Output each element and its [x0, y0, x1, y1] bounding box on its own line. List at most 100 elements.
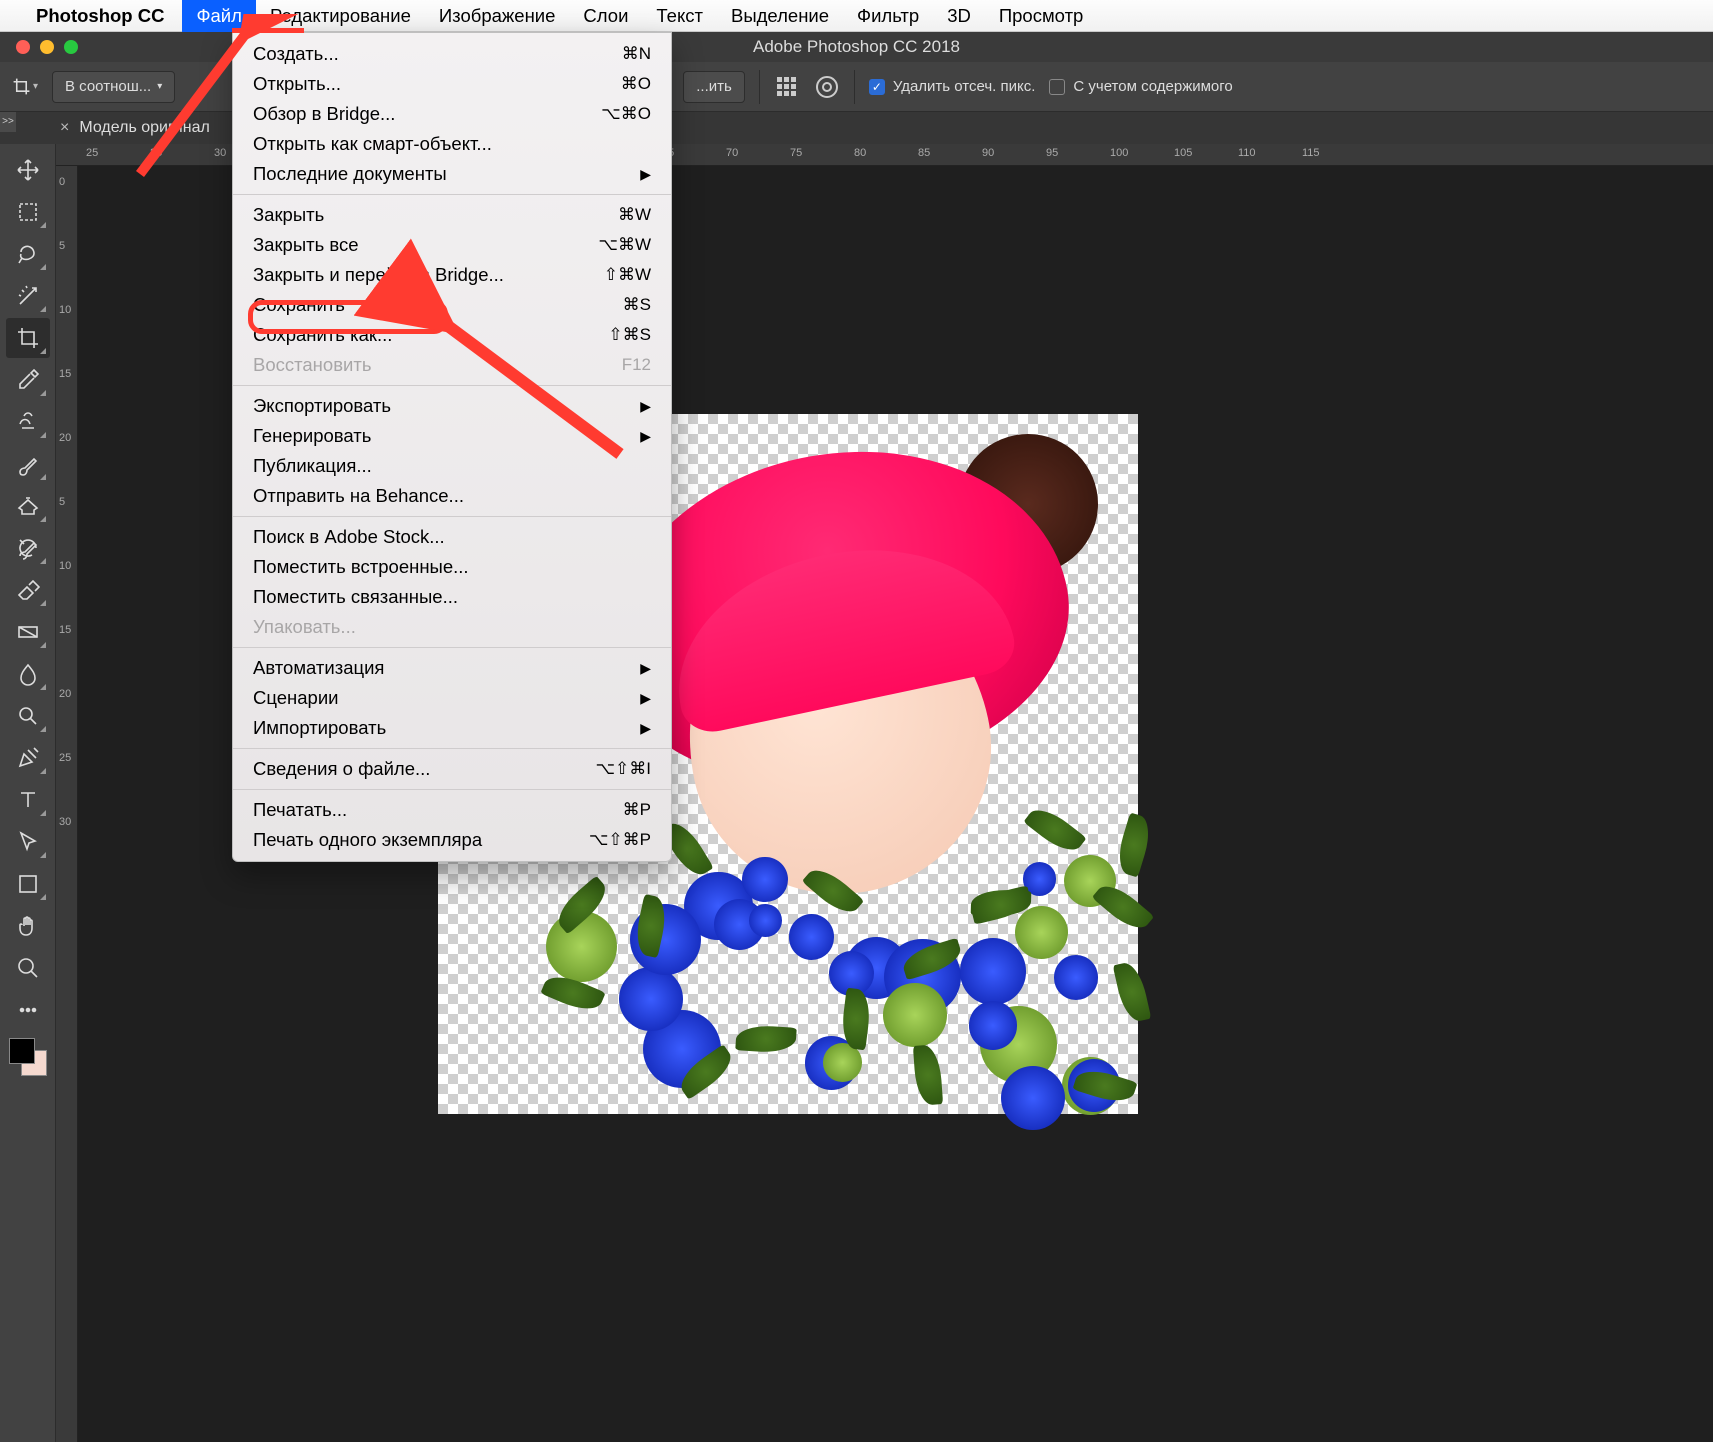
menubar-item-слои[interactable]: Слои [569, 0, 642, 32]
menu-item[interactable]: Открыть как смарт-объект... [233, 129, 671, 159]
clone-stamp-tool[interactable] [6, 486, 50, 526]
edit-toolbar[interactable] [6, 990, 50, 1030]
zoom-window-icon[interactable] [64, 40, 78, 54]
tools-panel [0, 144, 56, 1442]
menu-item-label: Генерировать [253, 425, 371, 447]
menu-item[interactable]: Импортировать▶ [233, 713, 671, 743]
content-aware-checkbox[interactable]: С учетом содержимого [1049, 78, 1232, 95]
menu-shortcut: ⌘W [618, 205, 651, 225]
eraser-tool[interactable] [6, 570, 50, 610]
menu-item[interactable]: Публикация... [233, 451, 671, 481]
menubar-item-файл[interactable]: Файл [182, 0, 255, 32]
menu-item: ВосстановитьF12 [233, 350, 671, 380]
menu-item-label: Сценарии [253, 687, 339, 709]
menu-item[interactable]: Поместить связанные... [233, 582, 671, 612]
menu-item[interactable]: Сведения о файле...⌥⇧⌘I [233, 754, 671, 784]
truncated-button[interactable]: ...ить [683, 71, 745, 103]
menu-item[interactable]: Открыть...⌘O [233, 69, 671, 99]
color-swatches[interactable] [9, 1038, 47, 1076]
move-tool[interactable] [6, 150, 50, 190]
menu-item-label: Сохранить как... [253, 324, 392, 346]
menubar-item-3d[interactable]: 3D [933, 0, 985, 32]
file-menu-dropdown: Создать...⌘NОткрыть...⌘OОбзор в Bridge..… [232, 32, 672, 862]
checkbox-on-icon: ✓ [869, 79, 885, 95]
spot-heal-tool[interactable] [6, 402, 50, 442]
menubar-item-фильтр[interactable]: Фильтр [843, 0, 933, 32]
submenu-arrow-icon: ▶ [640, 660, 651, 677]
rectangle-tool[interactable] [6, 864, 50, 904]
menu-item[interactable]: Печатать...⌘P [233, 795, 671, 825]
minimize-window-icon[interactable] [40, 40, 54, 54]
type-tool[interactable] [6, 780, 50, 820]
crop-tool-indicator-icon[interactable]: ▾ [12, 74, 38, 100]
submenu-arrow-icon: ▶ [640, 690, 651, 707]
menu-item-label: Печатать... [253, 799, 347, 821]
gradient-tool[interactable] [6, 612, 50, 652]
menubar-item-изображение[interactable]: Изображение [425, 0, 570, 32]
menu-item[interactable]: Сохранить⌘S [233, 290, 671, 320]
menu-shortcut: ⌥⌘W [598, 235, 651, 255]
menu-item[interactable]: Сохранить как...⇧⌘S [233, 320, 671, 350]
menu-item-label: Закрыть все [253, 234, 359, 256]
menu-item-label: Поиск в Adobe Stock... [253, 526, 445, 548]
menu-item-label: Печать одного экземпляра [253, 829, 482, 851]
expand-panels-icon[interactable]: >> [0, 112, 16, 132]
menu-shortcut: ⌥⇧⌘P [589, 830, 651, 850]
app-name[interactable]: Photoshop CC [36, 5, 164, 27]
pen-tool[interactable] [6, 738, 50, 778]
menu-shortcut: ⌥⌘O [601, 104, 651, 124]
ratio-dropdown[interactable]: В соотнош... ▾ [52, 71, 175, 103]
menu-item-label: Закрыть и перейти в Bridge... [253, 264, 504, 286]
menu-item[interactable]: Последние документы▶ [233, 159, 671, 189]
menu-shortcut: ⌘O [621, 74, 651, 94]
menu-item[interactable]: Печать одного экземпляра ⌥⇧⌘P [233, 825, 671, 855]
submenu-arrow-icon: ▶ [640, 720, 651, 737]
blur-tool[interactable] [6, 654, 50, 694]
menu-item[interactable]: Поиск в Adobe Stock... [233, 522, 671, 552]
annotation-underline [232, 28, 304, 33]
path-select-tool[interactable] [6, 822, 50, 862]
menu-item[interactable]: Закрыть ⌘W [233, 200, 671, 230]
ratio-label: В соотнош... [65, 78, 151, 95]
history-brush-tool[interactable] [6, 528, 50, 568]
window-controls [0, 40, 78, 54]
menu-item[interactable]: Обзор в Bridge...⌥⌘O [233, 99, 671, 129]
hand-tool[interactable] [6, 906, 50, 946]
menubar-item-просмотр[interactable]: Просмотр [985, 0, 1098, 32]
separator [854, 70, 855, 104]
document-tab[interactable]: × Модель оригинал [60, 119, 210, 137]
menu-item-label: Сведения о файле... [253, 758, 430, 780]
lasso-tool[interactable] [6, 234, 50, 274]
menu-item-label: Последние документы [253, 163, 447, 185]
menu-separator [233, 748, 671, 749]
magic-wand-tool[interactable] [6, 276, 50, 316]
menubar-item-выделение[interactable]: Выделение [717, 0, 843, 32]
menu-item[interactable]: Поместить встроенные... [233, 552, 671, 582]
menu-item[interactable]: Автоматизация▶ [233, 653, 671, 683]
close-tab-icon[interactable]: × [60, 119, 69, 137]
brush-tool[interactable] [6, 444, 50, 484]
menu-item[interactable]: Закрыть все ⌥⌘W [233, 230, 671, 260]
close-window-icon[interactable] [16, 40, 30, 54]
eyedropper-tool[interactable] [6, 360, 50, 400]
dodge-tool[interactable] [6, 696, 50, 736]
menu-item[interactable]: Сценарии ▶ [233, 683, 671, 713]
menu-separator [233, 789, 671, 790]
crop-tool[interactable] [6, 318, 50, 358]
menu-item[interactable]: Закрыть и перейти в Bridge...⇧⌘W [233, 260, 671, 290]
delete-cropped-checkbox[interactable]: ✓ Удалить отсеч. пикс. [869, 78, 1036, 95]
submenu-arrow-icon: ▶ [640, 398, 651, 415]
menubar-item-текст[interactable]: Текст [642, 0, 717, 32]
marquee-tool[interactable] [6, 192, 50, 232]
menu-item[interactable]: Создать...⌘N [233, 39, 671, 69]
menu-item[interactable]: Отправить на Behance... [233, 481, 671, 511]
menu-item-label: Закрыть [253, 204, 324, 226]
menu-item[interactable]: Экспортировать▶ [233, 391, 671, 421]
menubar-item-редактирование[interactable]: Редактирование [256, 0, 425, 32]
vertical-ruler[interactable]: 0510152051015202530 [56, 166, 78, 1442]
zoom-tool[interactable] [6, 948, 50, 988]
menu-item[interactable]: Генерировать▶ [233, 421, 671, 451]
grid-overlay-icon[interactable] [774, 74, 800, 100]
menu-item-label: Сохранить [253, 294, 345, 316]
gear-icon[interactable] [814, 74, 840, 100]
